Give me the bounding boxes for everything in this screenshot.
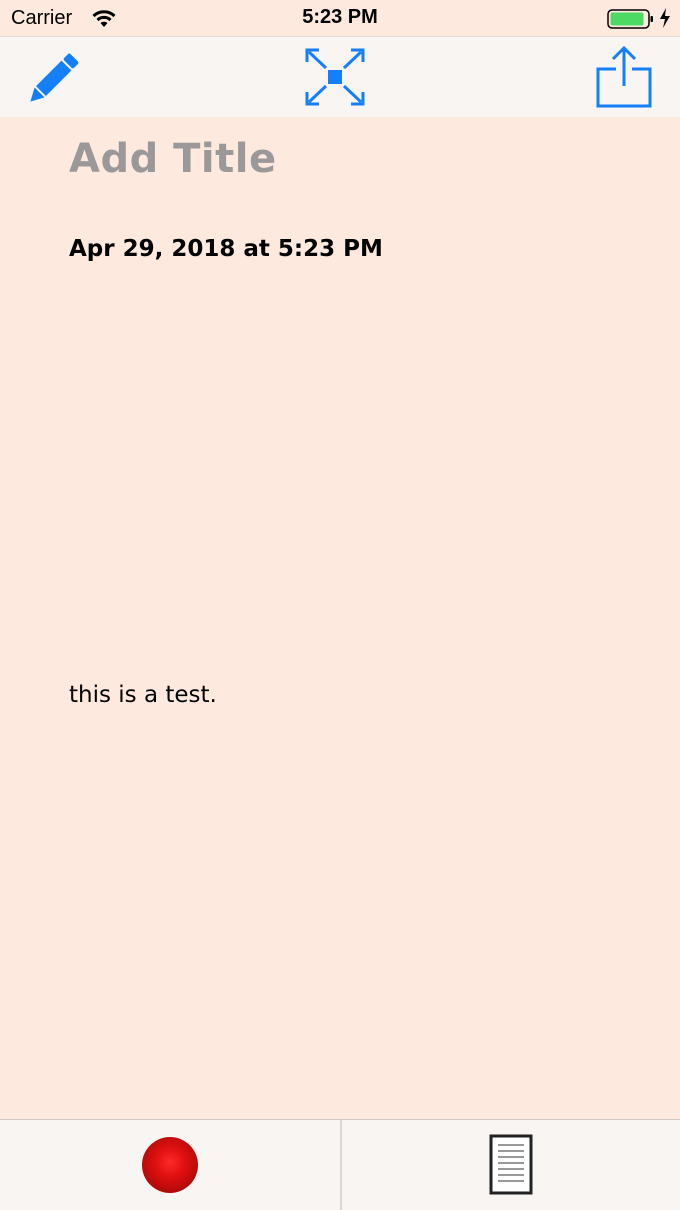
share-button[interactable] <box>594 45 654 109</box>
bottom-divider <box>340 1120 342 1210</box>
document-icon <box>489 1134 533 1195</box>
record-button[interactable] <box>142 1137 198 1193</box>
bottom-bar <box>0 1119 680 1210</box>
battery-icon <box>607 9 653 29</box>
status-bar: Carrier 5:23 PM <box>0 0 680 36</box>
note-body[interactable]: this is a test. <box>69 682 217 708</box>
note-date: Apr 29, 2018 at 5:23 PM <box>69 236 383 262</box>
clock: 5:23 PM <box>302 6 378 28</box>
pencil-icon <box>30 53 79 102</box>
notes-button[interactable] <box>487 1134 535 1196</box>
toolbar <box>0 36 680 117</box>
charging-icon <box>660 8 670 28</box>
expand-icon <box>305 48 365 106</box>
edit-button[interactable] <box>24 51 82 107</box>
note-title[interactable]: Add Title <box>69 136 277 182</box>
share-icon <box>596 45 652 108</box>
expand-button[interactable] <box>304 47 366 107</box>
